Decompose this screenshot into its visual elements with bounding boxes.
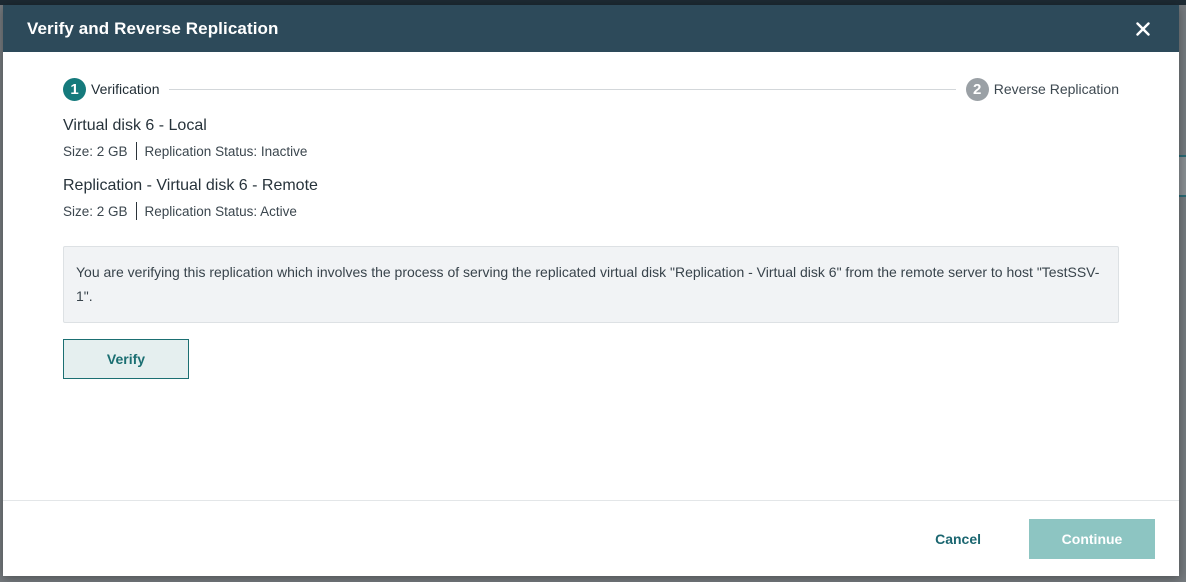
step-label: Reverse Replication bbox=[993, 81, 1119, 97]
disk-meta: Size: 2 GB Replication Status: Active bbox=[63, 202, 1119, 220]
step-reverse-replication: 2 Reverse Replication bbox=[965, 77, 1119, 101]
dialog-body: 1 Verification 2 Reverse Replication Vir… bbox=[3, 52, 1179, 501]
cancel-button[interactable]: Cancel bbox=[935, 531, 981, 547]
replication-status: Replication Status: Active bbox=[144, 203, 297, 219]
disk-meta: Size: 2 GB Replication Status: Inactive bbox=[63, 142, 1119, 160]
dialog-header: Verify and Reverse Replication bbox=[3, 5, 1179, 52]
close-button[interactable] bbox=[1133, 19, 1153, 39]
local-disk-info: Virtual disk 6 - Local Size: 2 GB Replic… bbox=[63, 116, 1119, 160]
step-connector bbox=[169, 88, 956, 90]
replication-status: Replication Status: Inactive bbox=[144, 143, 308, 159]
verify-reverse-replication-dialog: Verify and Reverse Replication 1 Verific… bbox=[3, 5, 1179, 576]
step-number-badge: 1 bbox=[63, 77, 86, 101]
dialog-title: Verify and Reverse Replication bbox=[27, 18, 279, 38]
disk-size: Size: 2 GB bbox=[63, 203, 128, 219]
continue-button[interactable]: Continue bbox=[1029, 518, 1155, 559]
stepper: 1 Verification 2 Reverse Replication bbox=[63, 52, 1119, 102]
meta-divider bbox=[135, 142, 137, 160]
step-label: Verification bbox=[91, 81, 160, 97]
meta-divider bbox=[135, 202, 137, 220]
disk-name: Replication - Virtual disk 6 - Remote bbox=[63, 177, 318, 194]
verification-info-message: You are verifying this replication which… bbox=[63, 246, 1119, 323]
remote-disk-info: Replication - Virtual disk 6 - Remote Si… bbox=[63, 176, 1119, 220]
step-verification: 1 Verification bbox=[63, 77, 160, 101]
background-panel-edge bbox=[1178, 155, 1186, 197]
verify-button[interactable]: Verify bbox=[63, 339, 189, 379]
disk-size: Size: 2 GB bbox=[63, 143, 128, 159]
disk-name: Virtual disk 6 - Local bbox=[63, 117, 207, 134]
dialog-footer: Cancel Continue bbox=[3, 501, 1179, 576]
step-number-badge: 2 bbox=[965, 77, 989, 101]
close-icon bbox=[1136, 21, 1150, 36]
